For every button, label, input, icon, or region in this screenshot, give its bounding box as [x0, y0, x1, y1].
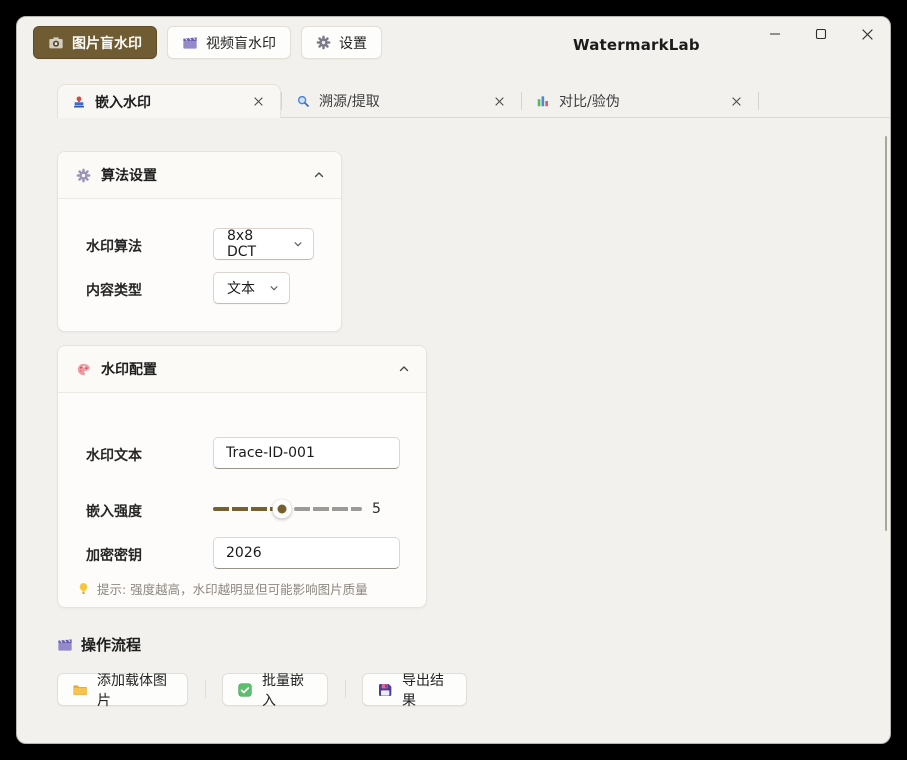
chevron-down-icon — [283, 239, 303, 249]
encryption-key-input[interactable] — [213, 537, 400, 569]
tab-label: 溯源/提取 — [319, 91, 479, 111]
folder-icon — [72, 682, 88, 698]
slider-track-rest — [294, 507, 362, 511]
mode-label: 视频盲水印 — [206, 33, 276, 53]
gear-icon — [76, 168, 91, 183]
palette-icon — [76, 362, 91, 377]
algorithm-select[interactable]: 8x8 DCT — [213, 228, 314, 260]
embed-strength-slider[interactable] — [213, 499, 362, 519]
title-bar: 图片盲水印 视频盲水印 设置 WatermarkLab — [17, 17, 890, 73]
tab-close-icon[interactable] — [726, 91, 746, 111]
tab-embed-watermark[interactable]: 嵌入水印 — [57, 84, 281, 118]
actions-section-header: 操作流程 — [57, 634, 141, 655]
algorithm-settings-card: 算法设置 水印算法 8x8 DCT 内容类型 文本 — [57, 151, 342, 332]
mode-switcher: 图片盲水印 视频盲水印 设置 — [33, 26, 382, 59]
clapperboard-icon — [57, 637, 73, 653]
tab-trace-extract[interactable]: 溯源/提取 — [282, 85, 521, 117]
card-title: 算法设置 — [101, 165, 313, 185]
action-separator — [345, 680, 346, 698]
close-icon — [861, 28, 874, 41]
action-separator — [205, 680, 206, 698]
content-type-label: 内容类型 — [86, 280, 142, 300]
algorithm-card-header[interactable]: 算法设置 — [58, 152, 341, 199]
bar-chart-icon — [536, 94, 550, 108]
embed-strength-value: 5 — [372, 501, 381, 517]
mode-button-settings[interactable]: 设置 — [301, 26, 382, 59]
tab-compare-verify[interactable]: 对比/验伪 — [522, 85, 758, 117]
encryption-key-label: 加密密钥 — [86, 545, 142, 565]
mode-button-image-watermark[interactable]: 图片盲水印 — [33, 26, 157, 59]
app-title: WatermarkLab — [573, 17, 700, 73]
card-title: 水印配置 — [101, 359, 398, 379]
chevron-down-icon — [259, 283, 279, 293]
content-type-select[interactable]: 文本 — [213, 272, 290, 304]
minimize-button[interactable] — [764, 23, 786, 45]
gear-icon — [316, 35, 331, 50]
chevron-up-icon[interactable] — [313, 169, 325, 181]
mode-label: 图片盲水印 — [72, 33, 142, 53]
stamp-icon — [72, 95, 86, 109]
add-carrier-image-button[interactable]: 添加载体图片 — [57, 673, 188, 706]
strength-tip-text: 提示: 强度越高，水印越明显但可能影响图片质量 — [97, 579, 368, 598]
action-label: 批量嵌入 — [262, 670, 313, 710]
save-icon — [377, 682, 393, 698]
search-icon — [296, 94, 310, 108]
content-type-select-value: 文本 — [227, 278, 255, 298]
camera-icon — [48, 35, 64, 51]
action-label: 添加载体图片 — [97, 670, 173, 710]
watermark-text-label: 水印文本 — [86, 445, 142, 465]
action-label: 导出结果 — [402, 670, 452, 710]
export-results-button[interactable]: 导出结果 — [362, 673, 467, 706]
slider-thumb[interactable] — [272, 500, 291, 519]
chevron-up-icon[interactable] — [398, 363, 410, 375]
batch-embed-button[interactable]: 批量嵌入 — [222, 673, 328, 706]
vertical-scrollbar[interactable] — [885, 136, 887, 531]
app-window: 图片盲水印 视频盲水印 设置 WatermarkLab — [16, 16, 891, 744]
tab-close-icon[interactable] — [489, 91, 509, 111]
maximize-button[interactable] — [810, 23, 832, 45]
tab-label: 对比/验伪 — [559, 91, 716, 111]
mode-label: 设置 — [339, 33, 367, 53]
check-icon — [237, 682, 253, 698]
tip-row: 提示: 强度越高，水印越明显但可能影响图片质量 — [77, 579, 368, 598]
close-button[interactable] — [856, 23, 878, 45]
clapperboard-icon — [182, 35, 198, 51]
algorithm-select-value: 8x8 DCT — [227, 228, 283, 260]
tab-close-icon[interactable] — [248, 92, 268, 112]
watermark-card-header[interactable]: 水印配置 — [58, 346, 426, 393]
window-controls — [764, 23, 878, 45]
watermark-config-card: 水印配置 水印文本 嵌入强度 5 加密密钥 提示: 强度越高，水印越明显但可能影… — [57, 345, 427, 608]
minimize-icon — [769, 28, 781, 40]
actions-section-title: 操作流程 — [81, 634, 141, 655]
lightbulb-icon — [77, 582, 90, 595]
tab-separator — [758, 92, 759, 110]
tab-label: 嵌入水印 — [95, 92, 238, 112]
embed-strength-label: 嵌入强度 — [86, 501, 142, 521]
maximize-icon — [815, 28, 827, 40]
mode-button-video-watermark[interactable]: 视频盲水印 — [167, 26, 291, 59]
watermark-text-input[interactable] — [213, 437, 400, 469]
algorithm-field-label: 水印算法 — [86, 236, 142, 256]
tab-strip: 嵌入水印 溯源/提取 对比/验伪 — [57, 85, 890, 118]
